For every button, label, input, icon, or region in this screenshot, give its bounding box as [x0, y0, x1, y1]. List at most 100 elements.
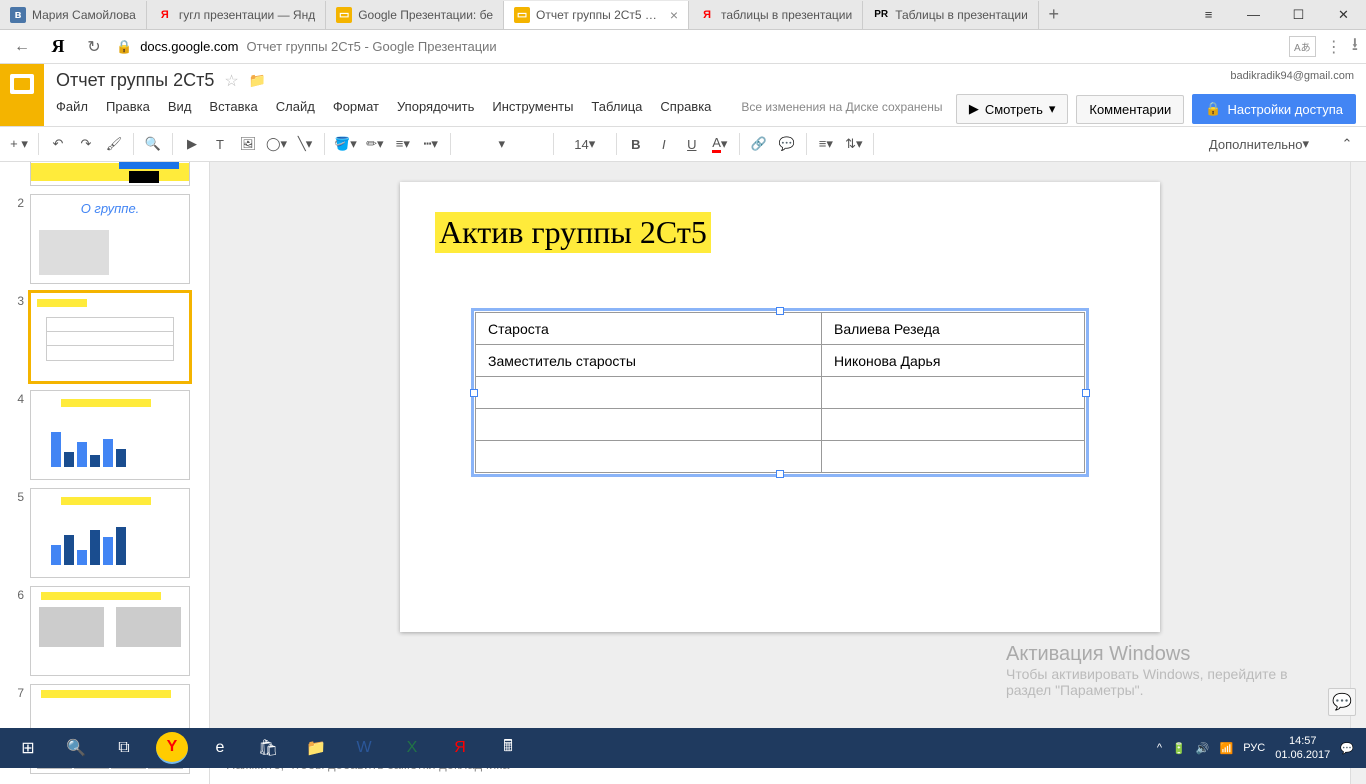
- menu-view[interactable]: Вид: [168, 99, 192, 114]
- browser-tab-active[interactable]: ▭ Отчет группы 2Ст5 - G ×: [504, 1, 689, 29]
- line-spacing-button[interactable]: ⇅▾: [841, 131, 867, 157]
- slide-thumbnail-selected[interactable]: [30, 292, 190, 382]
- slide-thumbnail[interactable]: [30, 586, 190, 676]
- border-weight-button[interactable]: ≡▾: [390, 131, 416, 157]
- menu-file[interactable]: Файл: [56, 99, 88, 114]
- taskbar-app-yandex2[interactable]: Я: [436, 728, 484, 768]
- menu-arrange[interactable]: Упорядочить: [397, 99, 474, 114]
- back-button[interactable]: ←: [8, 33, 36, 61]
- translate-icon[interactable]: Aあ: [1289, 36, 1316, 57]
- canvas-scroll[interactable]: Актив группы 2Ст5 СтаростаВалиева Резеда…: [210, 162, 1350, 744]
- tray-volume-icon[interactable]: 🔊: [1196, 742, 1210, 755]
- paint-format-button[interactable]: 🖌: [101, 131, 127, 157]
- redo-button[interactable]: ↷: [73, 131, 99, 157]
- font-size-input[interactable]: 14 ▾: [560, 131, 610, 157]
- shape-tool[interactable]: ◯▾: [263, 131, 290, 157]
- close-window-button[interactable]: ✕: [1321, 0, 1366, 30]
- windows-taskbar: ⊞ 🔍 ⧉ Y e 🛍 📁 W X Я 🖩 ^ 🔋 🔊 📶 РУС 14:57 …: [0, 728, 1366, 768]
- fill-color-button[interactable]: 🪣▾: [331, 131, 360, 157]
- link-button[interactable]: 🔗: [746, 131, 772, 157]
- text-color-button[interactable]: A▾: [707, 131, 733, 157]
- slide-thumbnail[interactable]: [30, 390, 190, 480]
- tray-notifications-icon[interactable]: 💬: [1340, 742, 1354, 755]
- select-tool[interactable]: ▶: [179, 131, 205, 157]
- tray-chevron-icon[interactable]: ^: [1157, 742, 1162, 754]
- new-slide-button[interactable]: + ▾: [6, 131, 32, 157]
- browser-tab[interactable]: ▭ Google Презентации: бе: [326, 1, 504, 29]
- border-color-button[interactable]: ✏▾: [362, 131, 388, 157]
- reload-button[interactable]: ↻: [80, 33, 108, 61]
- yandex-home-icon[interactable]: Я: [44, 33, 72, 61]
- undo-button[interactable]: ↶: [45, 131, 71, 157]
- tray-language[interactable]: РУС: [1243, 742, 1265, 754]
- workspace: 2О группе. 3 4 5 6 7 Актив группы 2Ст5 С…: [0, 162, 1366, 784]
- thumbnail-panel[interactable]: 2О группе. 3 4 5 6 7: [0, 162, 210, 784]
- taskbar-app-edge[interactable]: e: [196, 728, 244, 768]
- save-status: Все изменения на Диске сохранены: [741, 100, 942, 114]
- browser-tab[interactable]: Я гугл презентации — Янд: [147, 1, 326, 29]
- tray-battery-icon[interactable]: 🔋: [1172, 742, 1186, 755]
- taskbar-app-yandex[interactable]: Y: [156, 732, 188, 764]
- share-button[interactable]: 🔒 Настройки доступа: [1192, 94, 1356, 124]
- more-button[interactable]: Дополнительно ▾: [1206, 131, 1312, 157]
- align-button[interactable]: ≡▾: [813, 131, 839, 157]
- font-select[interactable]: ▾: [457, 131, 547, 157]
- slide-thumbnail[interactable]: О группе.: [30, 194, 190, 284]
- start-button[interactable]: ⊞: [4, 728, 52, 768]
- browser-tab[interactable]: Я таблицы в презентации: [689, 1, 863, 29]
- tray-wifi-icon[interactable]: 📶: [1220, 742, 1234, 755]
- present-button[interactable]: ▶ Смотреть ▾: [956, 94, 1069, 124]
- bookmark-icon[interactable]: ⋮: [1326, 37, 1342, 57]
- yandex-icon: Я: [157, 7, 173, 23]
- browser-tab[interactable]: в Мария Самойлова: [0, 1, 147, 29]
- menu-format[interactable]: Формат: [333, 99, 379, 114]
- browser-tab[interactable]: PR Таблицы в презентации: [863, 1, 1039, 29]
- slide-canvas[interactable]: Актив группы 2Ст5 СтаростаВалиева Резеда…: [400, 182, 1160, 632]
- table-selection[interactable]: СтаростаВалиева Резеда Заместитель старо…: [475, 312, 1085, 473]
- taskbar-app-excel[interactable]: X: [388, 728, 436, 768]
- comments-button[interactable]: Комментарии: [1076, 95, 1184, 124]
- border-dash-button[interactable]: ┅▾: [418, 131, 444, 157]
- user-email[interactable]: badikradik94@gmail.com: [1230, 70, 1354, 82]
- slide-thumbnail[interactable]: [30, 162, 190, 186]
- download-icon[interactable]: ⭳: [1352, 32, 1358, 62]
- italic-button[interactable]: I: [651, 131, 677, 157]
- textbox-tool[interactable]: T: [207, 131, 233, 157]
- minimize-button[interactable]: —: [1231, 0, 1276, 30]
- star-icon[interactable]: ☆: [224, 71, 238, 91]
- url-input[interactable]: 🔒 docs.google.com Отчет группы 2Ст5 - Go…: [116, 39, 1281, 55]
- slide-thumbnail[interactable]: [30, 488, 190, 578]
- new-tab-button[interactable]: +: [1039, 4, 1069, 25]
- menu-help[interactable]: Справка: [660, 99, 711, 114]
- yandex-icon: Я: [699, 7, 715, 23]
- toolbar: + ▾ ↶ ↷ 🖌 🔍 ▶ T 🖼 ◯▾ ╲▾ 🪣▾ ✏▾ ≡▾ ┅▾ ▾ 14…: [0, 126, 1366, 162]
- maximize-button[interactable]: ☐: [1276, 0, 1321, 30]
- taskbar-app-calc[interactable]: 🖩: [484, 728, 532, 768]
- taskbar-app-word[interactable]: W: [340, 728, 388, 768]
- slide-title-text[interactable]: Актив группы 2Ст5: [435, 212, 711, 253]
- zoom-button[interactable]: 🔍: [140, 131, 166, 157]
- underline-button[interactable]: U: [679, 131, 705, 157]
- comment-button[interactable]: 💬: [774, 131, 800, 157]
- line-tool[interactable]: ╲▾: [292, 131, 318, 157]
- feedback-button[interactable]: 💬: [1328, 688, 1356, 716]
- search-button[interactable]: 🔍: [52, 728, 100, 768]
- canvas-area: Актив группы 2Ст5 СтаростаВалиева Резеда…: [210, 162, 1350, 784]
- taskbar-app-explorer[interactable]: 📁: [292, 728, 340, 768]
- slides-logo[interactable]: [0, 64, 44, 126]
- collapse-toolbar-icon[interactable]: ⌃: [1334, 131, 1360, 157]
- folder-icon[interactable]: 📁: [249, 72, 266, 89]
- bold-button[interactable]: B: [623, 131, 649, 157]
- menu-edit[interactable]: Правка: [106, 99, 150, 114]
- menu-slide[interactable]: Слайд: [276, 99, 315, 114]
- menu-insert[interactable]: Вставка: [209, 99, 257, 114]
- tray-clock[interactable]: 14:57 01.06.2017: [1275, 734, 1330, 763]
- menu-table[interactable]: Таблица: [591, 99, 642, 114]
- image-tool[interactable]: 🖼: [235, 131, 261, 157]
- document-title[interactable]: Отчет группы 2Ст5: [56, 70, 214, 91]
- taskbar-app-store[interactable]: 🛍: [244, 728, 292, 768]
- task-view-button[interactable]: ⧉: [100, 728, 148, 768]
- browser-menu-icon[interactable]: ≡: [1186, 0, 1231, 30]
- menu-tools[interactable]: Инструменты: [492, 99, 573, 114]
- close-tab-icon[interactable]: ×: [670, 7, 678, 23]
